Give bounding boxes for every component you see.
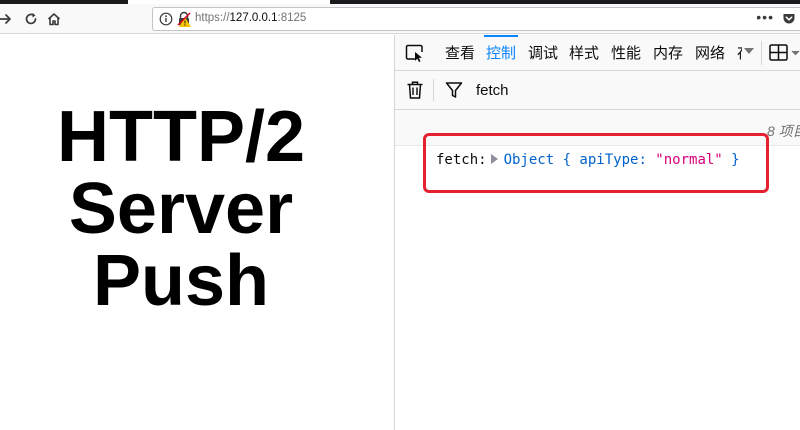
heading-line-1: HTTP/2 bbox=[56, 97, 306, 177]
insecure-lock-icon[interactable] bbox=[177, 11, 191, 27]
tab-memory[interactable]: 内存 bbox=[653, 35, 683, 70]
url-text: https://127.0.0.1:8125 bbox=[195, 12, 306, 24]
tab-inspector[interactable]: 查看 bbox=[445, 35, 475, 70]
more-tabs-chevron-icon[interactable] bbox=[744, 48, 754, 54]
toolbar-divider bbox=[433, 79, 434, 101]
page-content: HTTP/2 Server Push bbox=[0, 35, 394, 430]
tab-bar-divider bbox=[761, 41, 762, 65]
url-bar[interactable]: https://127.0.0.1:8125 ••• bbox=[152, 7, 800, 31]
url-scheme: https:// bbox=[195, 12, 230, 24]
tab-console[interactable]: 控制 bbox=[483, 35, 519, 70]
reload-button[interactable] bbox=[20, 8, 42, 30]
forward-arrow-icon bbox=[0, 14, 11, 24]
url-port: :8125 bbox=[277, 12, 307, 24]
home-button[interactable] bbox=[43, 8, 65, 30]
trash-icon[interactable] bbox=[406, 80, 424, 100]
home-icon bbox=[47, 13, 61, 26]
tab-network[interactable]: 网络 bbox=[695, 35, 729, 70]
message-count-label: 8 项目 bbox=[767, 123, 800, 139]
devtools-panel: 查看 控制 调试 样式 性能 内存 网络 存 fetch 8 项目 fetch:… bbox=[394, 35, 800, 430]
annotation-highlight-box bbox=[423, 133, 769, 193]
tab-storage[interactable]: 存 bbox=[737, 35, 742, 70]
heading-line-2: Server bbox=[68, 169, 294, 249]
element-picker-icon[interactable] bbox=[405, 44, 425, 62]
console-filter-input[interactable]: fetch bbox=[476, 82, 509, 99]
tab-debugger[interactable]: 调试 bbox=[528, 35, 558, 70]
tab-style-editor[interactable]: 样式 bbox=[569, 35, 599, 70]
page-heading: HTTP/2 Server Push bbox=[0, 101, 362, 317]
dock-layout-icon[interactable] bbox=[769, 43, 800, 63]
console-toolbar: fetch bbox=[395, 71, 800, 110]
pocket-icon[interactable] bbox=[782, 12, 796, 26]
navigation-toolbar: https://127.0.0.1:8125 ••• bbox=[0, 4, 800, 34]
filter-icon[interactable] bbox=[445, 81, 463, 99]
reload-icon bbox=[25, 13, 37, 25]
devtools-tab-bar: 查看 控制 调试 样式 性能 内存 网络 存 bbox=[395, 35, 800, 71]
forward-button[interactable] bbox=[0, 8, 16, 30]
page-actions-menu-icon[interactable]: ••• bbox=[756, 9, 774, 25]
tab-performance[interactable]: 性能 bbox=[611, 35, 641, 70]
site-info-icon[interactable] bbox=[159, 12, 173, 26]
heading-line-3: Push bbox=[92, 241, 270, 321]
url-host: 127.0.0.1 bbox=[229, 12, 278, 24]
